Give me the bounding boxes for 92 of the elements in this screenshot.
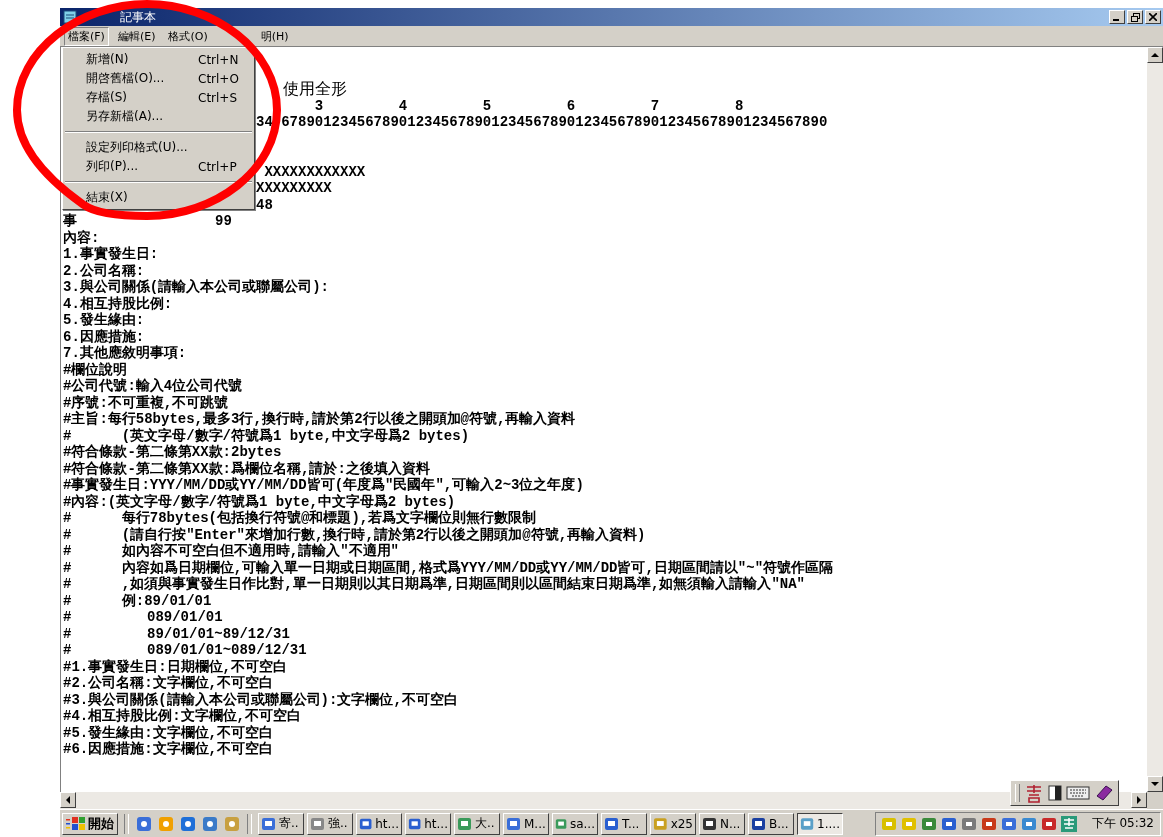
- quick-launch-icon[interactable]: [135, 814, 153, 833]
- menu-bar-item[interactable]: 明(H): [256, 26, 293, 46]
- menu-item[interactable]: 存檔(S) Ctrl+S: [63, 88, 254, 107]
- text-line: XXXXXXXXX: [256, 180, 332, 196]
- text-editor[interactable]: [61, 47, 1147, 792]
- app-icon: [457, 815, 473, 832]
- text-line: 6.因應措施:: [63, 328, 145, 345]
- text-line: # 內容如爲日期欄位,可輸入單一日期或日期區間,格式爲YYY/MM/DD或YY/MM/DD皆可,日期區間請以"~"符號作區隔: [63, 559, 834, 576]
- text-line: #序號:不可重複,不可跳號: [63, 394, 229, 411]
- half-width-icon[interactable]: [1048, 785, 1062, 801]
- quick-launch-icon[interactable]: [179, 814, 197, 833]
- app-icon: [261, 815, 277, 832]
- taskbar-button[interactable]: T...: [601, 812, 647, 835]
- input-method-icon[interactable]: [1024, 783, 1044, 803]
- text-line: 使用全形: [283, 79, 347, 98]
- taskbar-button[interactable]: sa...: [552, 812, 598, 835]
- app-icon: [506, 815, 522, 832]
- text-line: #公司代號:輸入4位公司代號: [63, 378, 243, 394]
- text-line: 1.事實發生日:: [63, 246, 159, 262]
- menu-item[interactable]: 開啓舊檔(O)... Ctrl+O: [63, 69, 254, 88]
- text-line: #3.與公司關係(請輸入本公司或聯屬公司):文字欄位,不可空白: [63, 691, 458, 708]
- app-icon: [310, 815, 326, 832]
- menu-item[interactable]: 列印(P)... Ctrl+P: [63, 157, 254, 176]
- close-icon: [1149, 13, 1157, 21]
- app-icon: [604, 815, 620, 832]
- text-line: # (英文字母/數字/符號爲1 byte,中文字母爲2 bytes): [63, 427, 470, 444]
- text-line: #4.相互持股比例:文字欄位,不可空白: [63, 708, 301, 724]
- taskbar-button[interactable]: x25: [650, 812, 696, 835]
- text-line: XXXXXXXXXXXX: [264, 163, 366, 180]
- text-line: # (請自行按"Enter"來增加行數,換行時,請於第2行以後之開頭加@符號,再輸入資料): [63, 526, 646, 543]
- quick-launch-icon[interactable]: [201, 814, 219, 833]
- restore-icon: [1130, 12, 1140, 22]
- text-fragment: 34: [256, 114, 273, 131]
- text-line: 3 4 5 6 7 8: [313, 97, 744, 114]
- app-icon: [653, 815, 669, 832]
- menu-item[interactable]: 另存新檔(A)...: [63, 107, 254, 126]
- window-title: 記事本: [119, 8, 156, 26]
- text-fragment: 事: [63, 213, 77, 230]
- text-line: 5.發生緣由:: [63, 312, 145, 328]
- menu-item[interactable]: 新增(N) Ctrl+N: [63, 50, 254, 69]
- taskbar-button[interactable]: 1....: [797, 812, 843, 835]
- text-line: #5.發生緣由:文字欄位,不可空白: [63, 724, 273, 741]
- text-line: # 89/01/01~89/12/31: [63, 625, 290, 642]
- menu-bar-item[interactable]: 格式(O): [164, 26, 212, 46]
- text-line: 內容:: [63, 229, 100, 246]
- text-line: #符合條款-第二條第XX款:爲欄位名稱,請於:之後填入資料: [63, 460, 430, 477]
- taskbar-button[interactable]: 寄..: [258, 812, 304, 835]
- text-line: #6.因應措施:文字欄位,不可空白: [63, 741, 273, 757]
- app-icon: [702, 815, 718, 832]
- quick-launch-icon[interactable]: [223, 814, 241, 833]
- text-line: 7.其他應敘明事項:: [63, 345, 187, 361]
- input-method-icon[interactable]: [1059, 814, 1078, 833]
- text-line: 2.公司名稱:: [63, 262, 145, 279]
- taskbar-button[interactable]: M...: [503, 812, 549, 835]
- menu-item[interactable]: 結束(X): [63, 188, 254, 207]
- taskbar-button[interactable]: N...: [699, 812, 745, 835]
- text-line: #內容:(英文字母/數字/符號爲1 byte,中文字母爲2 bytes): [63, 493, 456, 510]
- text-line: # 例:89/01/01: [63, 592, 212, 609]
- text-line: # 089/01/01~089/12/31: [63, 642, 307, 658]
- text-line: #事實發生日:YYY/MM/DD或YY/MM/DD皆可(年度爲"民國年",可輸入2~3位之年度): [63, 477, 584, 493]
- horizontal-scrollbar[interactable]: [60, 792, 1147, 809]
- restore-button[interactable]: [1127, 10, 1143, 24]
- menu-bar-item[interactable]: 編輯(E): [113, 26, 160, 46]
- text-line: #欄位說明: [63, 361, 128, 378]
- start-button[interactable]: 開始: [62, 812, 118, 835]
- taskbar-button[interactable]: B...: [748, 812, 794, 835]
- text-line: #1.事實發生日:日期欄位,不可空白: [63, 658, 287, 675]
- text-line: # 如內容不可空白但不適用時,請輸入"不適用": [63, 543, 399, 559]
- text-line: #符合條款-第二條第XX款:2bytes: [63, 444, 282, 460]
- taskbar-button[interactable]: 強..: [307, 812, 353, 835]
- text-line: 3.與公司關係(請輸入本公司或聯屬公司):: [63, 279, 329, 295]
- text-fragment: 67890123456789012345678901234567890123456789012345678901234567890: [281, 114, 828, 131]
- text-line: 4.相互持股比例:: [63, 295, 173, 312]
- text-line: 48: [256, 196, 273, 213]
- windows-logo-icon: [66, 815, 86, 832]
- text-line: # ,如須與事實發生日作比對,單一日期則以其日期爲準,日期區間則以區間結束日期爲準,如無須輸入請輸入"NA": [63, 576, 806, 592]
- taskbar-button[interactable]: ht...: [405, 812, 451, 835]
- app-icon: [800, 815, 816, 832]
- menu-bar-item[interactable]: 檔案(F): [64, 26, 109, 46]
- app-icon: [751, 815, 767, 832]
- taskbar-button[interactable]: ht...: [356, 812, 402, 835]
- menu-item[interactable]: 設定列印格式(U)...: [63, 138, 254, 157]
- text-fragment: 99: [215, 213, 232, 230]
- clock: 下午 05:32: [1091, 815, 1154, 832]
- text-line: # 089/01/01: [63, 609, 223, 625]
- close-button[interactable]: [1145, 10, 1161, 24]
- text-line: #主旨:每行58bytes,最多3行,換行時,請於第2行以後之開頭加@符號,再輸入資料: [63, 411, 576, 427]
- taskbar-button[interactable]: 大..: [454, 812, 500, 835]
- vertical-scrollbar[interactable]: [1147, 47, 1163, 792]
- text-line: #2.公司名稱:文字欄位,不可空白: [63, 675, 273, 691]
- minimize-button[interactable]: [1109, 10, 1125, 24]
- text-line: # 每行78bytes(包括換行符號@和標題),若爲文字欄位則無行數限制: [63, 510, 537, 526]
